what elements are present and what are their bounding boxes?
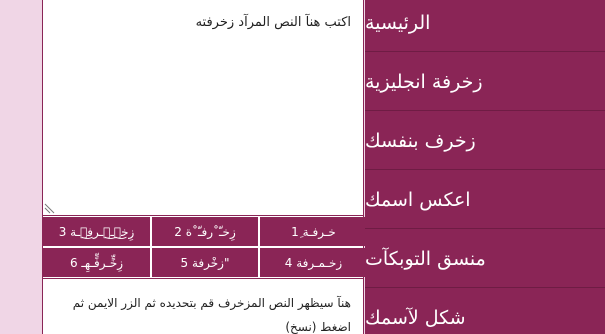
sidebar-item-topic-formatter[interactable]: منسق التوبكآت — [365, 230, 605, 288]
input-text[interactable]: اكتب هنآ النص المرآد زخرفته — [53, 14, 351, 32]
style-button-4[interactable]: زخـمـرفة 4 — [260, 248, 367, 277]
decoration-style-grid: زِخ๋͜ـ๋͜ـرف๋͜ـة 3 زِخـّ˚رفـّ˚ة 2 خـرفـة … — [43, 217, 367, 277]
page: اكتب هنآ النص المرآد زخرفته زِخ๋͜ـ๋͜ـرف๋… — [0, 0, 605, 334]
output-text[interactable]: هنآ سيظهر النص المزخرف قم بتحديده ثم الز… — [51, 291, 351, 334]
sidebar-nav: الرئيسية زخرفة انجليزية زخرف بنفسك اعكس … — [365, 0, 605, 334]
resize-grip-icon[interactable] — [44, 203, 55, 214]
input-textarea[interactable]: اكتب هنآ النص المرآد زخرفته — [43, 0, 363, 216]
output-textarea[interactable]: هنآ سيظهر النص المزخرف قم بتحديده ثم الز… — [43, 278, 363, 334]
style-button-2[interactable]: زِخـّ˚رفـّ˚ة 2 — [152, 217, 258, 246]
style-button-1[interactable]: خـرفـة 1ِ — [260, 217, 367, 246]
editor-panel: اكتب هنآ النص المرآد زخرفته زِخ๋͜ـ๋͜ـرف๋… — [42, 0, 367, 334]
sidebar-item-custom-decoration[interactable]: زخرف بنفسك — [365, 112, 605, 170]
sidebar-item-reverse-name[interactable]: اعكس اسمك — [365, 171, 605, 229]
sidebar-item-english-decoration[interactable]: زخرفة انجليزية — [365, 53, 605, 111]
sidebar-item-name-shape[interactable]: شكل لآسمك — [365, 289, 605, 334]
style-button-6[interactable]: زِخٍّـرفٍّـهِـ 6 — [43, 248, 150, 277]
style-button-3[interactable]: زِخ๋͜ـ๋͜ـرف๋͜ـة 3 — [43, 217, 150, 246]
sidebar-item-home[interactable]: الرئيسية — [365, 0, 605, 52]
style-button-5[interactable]: زخْرفة 5" — [152, 248, 258, 277]
